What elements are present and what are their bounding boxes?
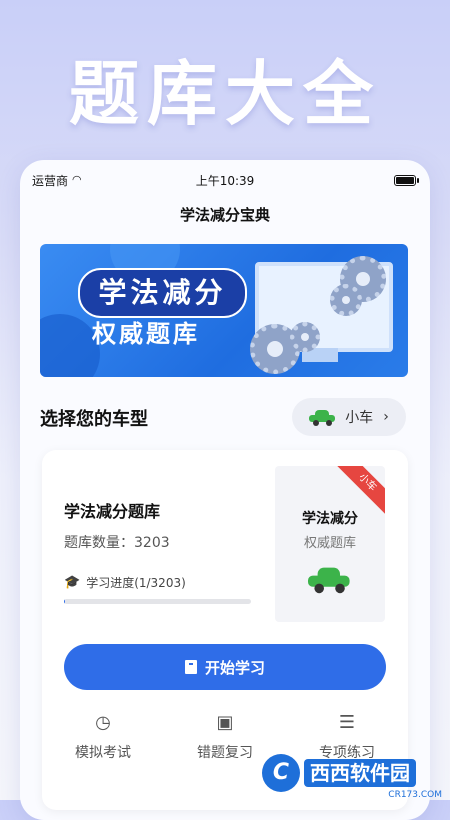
- start-learning-label: 开始学习: [204, 658, 265, 677]
- hero-title: 题库大全: [69, 53, 381, 135]
- cover-title: 学法减分: [302, 511, 358, 527]
- gear-icon: [330, 284, 362, 316]
- progress-text: 学习进度(1/3203): [86, 576, 186, 590]
- question-bank-cover[interactable]: 小车 学法减分 权威题库: [275, 466, 385, 622]
- banner-subheadline: 权威题库: [92, 320, 200, 348]
- calendar-x-icon: ▣: [216, 712, 234, 733]
- gear-icon: [290, 322, 320, 352]
- selected-car-label: 小车: [345, 410, 374, 426]
- car-icon: [308, 566, 350, 594]
- progress-bar: [64, 599, 251, 604]
- progress-label: 🎓 学习进度(1/3203): [64, 574, 186, 591]
- question-bank-title: 学法减分题库: [64, 502, 161, 521]
- promo-banner[interactable]: 学法减分 权威题库: [40, 244, 408, 377]
- cover-subtitle: 权威题库: [303, 536, 356, 551]
- progress-fill: [64, 599, 65, 604]
- tab-label: 模拟考试: [75, 745, 131, 761]
- tab-mock-exam[interactable]: ◷ 模拟考试: [48, 712, 158, 762]
- question-count: 题库数量：3203: [64, 535, 170, 551]
- banner-headline: 学法减分: [78, 268, 247, 318]
- watermark-brand: 西西软件园: [304, 759, 416, 787]
- watermark-logo: C: [262, 754, 300, 792]
- app-title: 学法减分宝典: [179, 206, 270, 224]
- tab-label: 错题复习: [197, 745, 253, 761]
- list-icon: ☰: [338, 712, 356, 733]
- car-type-label: 选择您的车型: [40, 409, 148, 430]
- status-bar: 运营商 ◠ 上午10:39: [20, 172, 430, 192]
- car-icon: [309, 409, 336, 426]
- banner-decoration: [40, 314, 100, 377]
- book-icon: [184, 660, 197, 674]
- watermark-url: CR173.COM: [388, 790, 442, 800]
- chevron-right-icon: ›: [383, 409, 389, 425]
- status-time: 上午10:39: [195, 174, 255, 188]
- watermark: C 西西软件园: [262, 752, 442, 794]
- phone-screen: 运营商 ◠ 上午10:39 学法减分宝典 学法减分 权威题库 选择您的车型 小车…: [20, 160, 430, 820]
- battery-icon: [394, 175, 419, 186]
- start-learning-button[interactable]: 开始学习: [64, 644, 386, 690]
- clock-icon: ◷: [95, 712, 111, 733]
- graduation-cap-icon: 🎓: [64, 575, 81, 590]
- car-type-selector[interactable]: 小车 ›: [292, 398, 406, 436]
